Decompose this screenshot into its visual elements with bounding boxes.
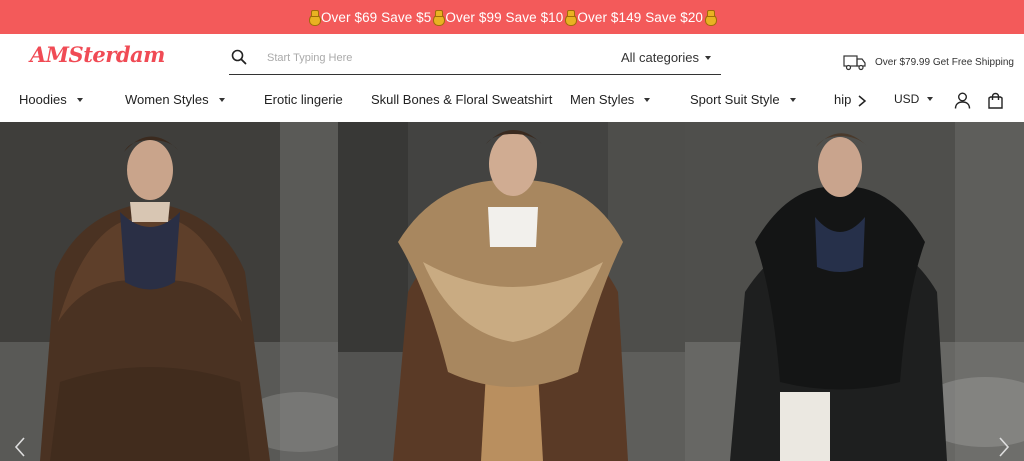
money-bag-icon [564, 10, 578, 26]
nav-item-label: Men Styles [570, 92, 635, 107]
chevron-down-icon [644, 97, 651, 102]
money-bag-icon [704, 10, 718, 26]
nav-item-label: Erotic lingerie [264, 92, 343, 107]
carousel-next-icon[interactable] [996, 436, 1012, 458]
chevron-right-icon[interactable] [856, 94, 868, 108]
hero-slide-tan-fur-stole[interactable] [338, 122, 685, 461]
chevron-down-icon [927, 97, 934, 101]
nav-item-label: hip [834, 92, 852, 107]
main-nav: Hoodies Women Styles Erotic lingerie Sku… [0, 84, 1024, 120]
nav-item-hoodies[interactable]: Hoodies [19, 92, 83, 107]
nav-item-women-styles[interactable]: Women Styles [125, 92, 225, 107]
category-dropdown[interactable]: All categories [621, 50, 711, 65]
free-shipping-info: Over $79.99 Get Free Shipping [843, 53, 1014, 71]
promo-offer-2: Over $99 Save $10 [445, 9, 564, 25]
search-icon[interactable] [231, 49, 247, 65]
search-bar: All categories [229, 42, 721, 75]
nav-item-label: Sport Suit Style [690, 92, 780, 107]
nav-item-label: Skull Bones & Floral Sweatshirt [371, 92, 553, 107]
fur-coat-model-image [685, 122, 1024, 461]
search-input[interactable] [267, 48, 567, 68]
currency-label: USD [894, 92, 920, 106]
site-logo[interactable]: AMSterdam [30, 42, 165, 67]
nav-item-label: Women Styles [125, 92, 209, 107]
fur-coat-model-image [0, 122, 338, 461]
currency-selector[interactable]: USD [894, 92, 934, 106]
money-bag-icon [308, 10, 321, 26]
nav-item-label: Hoodies [19, 92, 67, 107]
nav-item-sport-suit-style[interactable]: Sport Suit Style [690, 92, 796, 107]
chevron-down-icon [789, 97, 796, 102]
nav-item-hip[interactable]: hip [834, 92, 851, 107]
delivery-truck-icon [843, 55, 866, 71]
carousel-prev-icon[interactable] [12, 436, 28, 458]
promo-bar: Over $69 Save $5 Over $99 Save $10 Over … [0, 0, 1024, 34]
shipping-text: Over $79.99 Get Free Shipping [875, 56, 1014, 68]
nav-item-erotic-lingerie[interactable]: Erotic lingerie [264, 92, 343, 107]
shopping-bag-icon[interactable] [987, 92, 1004, 109]
promo-offer-3: Over $149 Save $20 [577, 9, 704, 25]
chevron-down-icon [218, 97, 225, 102]
fur-coat-model-image [338, 122, 685, 461]
money-bag-icon [432, 10, 446, 26]
hero-slide-brown-fur-coat[interactable] [0, 122, 338, 461]
nav-item-skull-bones[interactable]: Skull Bones & Floral Sweatshirt [371, 92, 552, 107]
user-account-icon[interactable] [954, 92, 971, 109]
chevron-down-icon [705, 55, 711, 60]
promo-offer-1: Over $69 Save $5 [320, 9, 432, 25]
hero-carousel[interactable] [0, 122, 1024, 461]
chevron-down-icon [76, 97, 83, 102]
category-label: All categories [620, 50, 699, 65]
hero-slide-black-fur-coat[interactable] [685, 122, 1024, 461]
nav-item-men-styles[interactable]: Men Styles [570, 92, 651, 107]
